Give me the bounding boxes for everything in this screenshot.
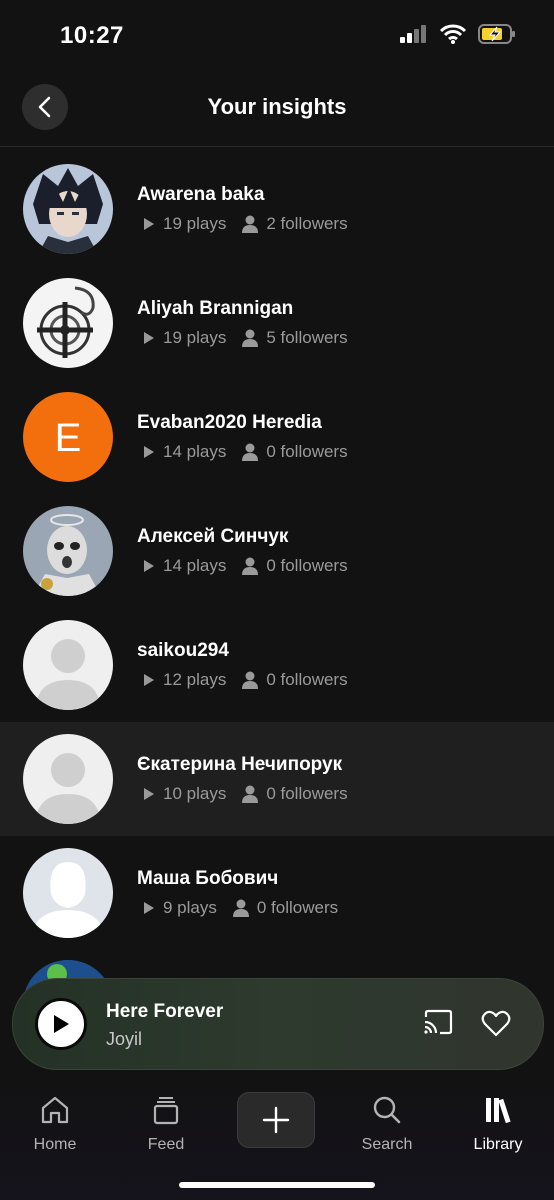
person-icon — [242, 329, 259, 347]
listener-name: Evaban2020 Heredia — [137, 412, 322, 433]
list-item[interactable]: Маша Бобович 9 plays 0 followers — [0, 836, 554, 950]
listener-name: Aliyah Brannigan — [137, 298, 294, 319]
library-icon — [486, 1098, 511, 1124]
home-indicator — [179, 1182, 375, 1188]
home-icon — [41, 1096, 69, 1124]
play-icon — [144, 332, 154, 344]
plays-count: 14 plays — [163, 442, 227, 461]
listener-stats: 19 plays 2 followers — [137, 214, 348, 234]
person-icon — [232, 899, 249, 917]
avatar — [23, 620, 113, 710]
followers-count: 2 followers — [266, 214, 348, 233]
nav-search[interactable]: Search — [337, 1092, 437, 1154]
listener-name: Маша Бобович — [137, 868, 279, 889]
listener-stats: 10 plays 0 followers — [137, 784, 348, 804]
nav-search-label: Search — [361, 1136, 413, 1153]
avatar-initial: E — [55, 416, 82, 460]
listener-list: Awarena baka 19 plays 2 followers Aliyah… — [0, 152, 554, 950]
person-icon — [242, 671, 259, 689]
plays-count: 19 plays — [163, 214, 227, 233]
header: Your insights — [0, 74, 554, 147]
listener-stats: 14 plays 0 followers — [137, 556, 348, 576]
plays-count: 12 plays — [163, 670, 227, 689]
listener-name: Алексей Синчук — [137, 526, 289, 547]
status-time: 10:27 — [60, 22, 124, 49]
play-icon — [144, 218, 154, 230]
play-icon — [144, 560, 154, 572]
plays-count: 10 plays — [163, 784, 227, 803]
play-icon — [144, 788, 154, 800]
plus-icon — [262, 1106, 290, 1134]
list-item[interactable]: E Evaban2020 Heredia 14 plays 0 follower… — [0, 380, 554, 494]
avatar — [23, 848, 113, 938]
plays-count: 14 plays — [163, 556, 227, 575]
avatar — [23, 278, 113, 368]
nav-library[interactable]: Library — [448, 1092, 548, 1154]
listener-name: Awarena baka — [137, 184, 265, 205]
list-item[interactable]: saikou294 12 plays 0 followers — [0, 608, 554, 722]
like-button[interactable] — [481, 1009, 511, 1042]
avatar — [23, 164, 113, 254]
list-item[interactable]: Алексей Синчук 14 plays 0 followers — [0, 494, 554, 608]
list-item[interactable]: Awarena baka 19 plays 2 followers — [0, 152, 554, 266]
person-icon — [242, 557, 259, 575]
nav-home[interactable]: Home — [5, 1092, 105, 1154]
listener-name: Єкатерина Нечипорук — [137, 754, 343, 775]
listener-stats: 9 plays 0 followers — [137, 898, 338, 918]
heart-icon — [481, 1010, 511, 1037]
play-icon — [144, 674, 154, 686]
listener-stats: 19 plays 5 followers — [137, 328, 348, 348]
search-icon — [373, 1096, 401, 1124]
status-bar: 10:27 — [0, 0, 554, 74]
mini-player[interactable]: Here Forever Joyil — [12, 978, 544, 1070]
nav-feed[interactable]: Feed — [116, 1092, 216, 1154]
wifi-icon — [440, 24, 466, 44]
plays-count: 19 plays — [163, 328, 227, 347]
add-button[interactable] — [237, 1092, 315, 1148]
track-artist: Joyil — [106, 1029, 143, 1049]
listener-stats: 14 plays 0 followers — [137, 442, 348, 462]
cast-icon — [424, 1009, 453, 1035]
bottom-nav: Home Feed Search Library — [0, 1070, 554, 1200]
followers-count: 5 followers — [266, 328, 348, 347]
track-title: Here Forever — [106, 1001, 224, 1022]
nav-feed-label: Feed — [147, 1136, 185, 1153]
page-title: Your insights — [207, 94, 347, 119]
person-icon — [242, 443, 259, 461]
list-item[interactable]: Aliyah Brannigan 19 plays 5 followers — [0, 266, 554, 380]
feed-icon — [153, 1097, 179, 1125]
listener-name: saikou294 — [137, 640, 229, 661]
followers-count: 0 followers — [266, 670, 348, 689]
person-icon — [242, 785, 259, 803]
play-icon — [54, 1015, 69, 1033]
list-item[interactable]: Єкатерина Нечипорук 10 plays 0 followers — [0, 722, 554, 836]
signal-icon — [400, 25, 426, 43]
followers-count: 0 followers — [256, 898, 339, 917]
avatar — [23, 734, 113, 824]
play-icon — [144, 446, 154, 458]
status-icons — [400, 24, 516, 44]
followers-count: 0 followers — [266, 442, 348, 461]
avatar — [23, 506, 113, 596]
person-icon — [242, 215, 259, 233]
nav-home-label: Home — [33, 1136, 77, 1153]
listener-stats: 12 plays 0 followers — [137, 670, 348, 690]
followers-count: 0 followers — [266, 784, 348, 803]
followers-count: 0 followers — [266, 556, 348, 575]
cast-button[interactable] — [423, 1009, 453, 1040]
plays-count: 9 plays — [163, 898, 217, 917]
battery-icon — [478, 24, 515, 44]
nav-library-label: Library — [473, 1136, 523, 1153]
play-button[interactable] — [35, 998, 87, 1050]
play-icon — [144, 902, 154, 914]
avatar: E — [23, 392, 113, 482]
